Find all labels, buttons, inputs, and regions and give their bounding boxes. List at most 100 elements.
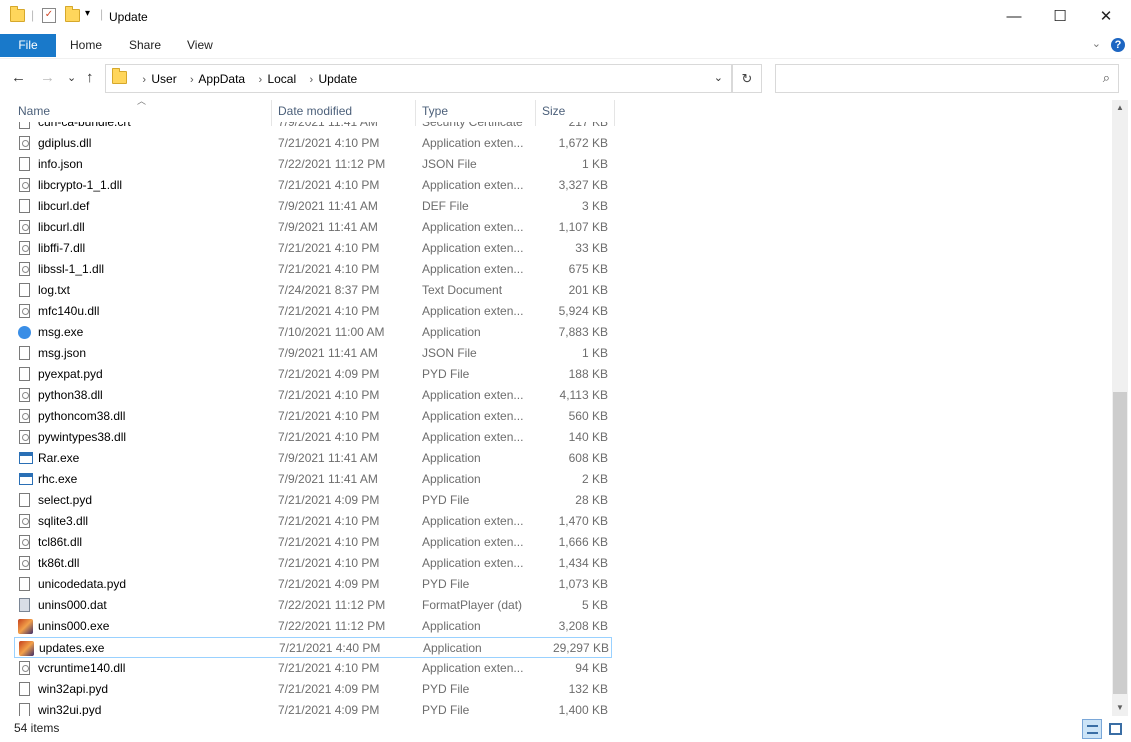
table-row[interactable]: msg.json 7/9/2021 11:41 AM JSON File 1 KB [14,343,612,364]
file-name: curl-ca-bundle.crt [38,122,131,129]
help-button[interactable]: ? [1111,38,1125,52]
table-row[interactable]: libssl-1_1.dll 7/21/2021 4:10 PM Applicati… [14,259,612,280]
file-date-modified: 7/21/2021 4:10 PM [278,556,380,570]
table-row[interactable]: pywintypes38.dll 7/21/2021 4:10 PM Applica… [14,427,612,448]
qa-customize-chevron-icon[interactable]: ▾ [85,8,90,19]
scroll-down-arrow-icon[interactable]: ▼ [1112,700,1128,716]
file-name: select.pyd [38,493,93,507]
refresh-button[interactable]: ↻ [732,64,762,93]
table-row[interactable]: vcruntime140.dll 7/21/2021 4:10 PM Applica… [14,658,612,679]
address-dropdown-icon[interactable]: ⌄ [714,71,723,84]
file-list[interactable]: curl-ca-bundle.crt 7/9/2021 11:41 AM Secur… [14,122,1112,716]
up-button[interactable]: ↑ [86,69,94,86]
file-date-modified: 7/21/2021 4:10 PM [278,430,380,444]
maximize-button[interactable]: ☐ [1037,0,1083,34]
search-input[interactable]: ⌕ [775,64,1119,93]
file-size: 3,327 KB [558,178,608,192]
table-row[interactable]: libffi-7.dll 7/21/2021 4:10 PM Application… [14,238,612,259]
chevron-right-icon[interactable]: › [142,74,146,86]
table-row[interactable]: sqlite3.dll 7/21/2021 4:10 PM Application … [14,511,612,532]
file-size: 1,666 KB [558,535,608,549]
table-row[interactable]: updates.exe 7/21/2021 4:40 PM Application 2… [14,637,612,658]
table-row[interactable]: info.json 7/22/2021 11:12 PM JSON File 1 KB [14,154,612,175]
file-size: 1 KB [581,346,608,360]
breadcrumb-local[interactable]: Local [267,72,296,86]
table-row[interactable]: gdiplus.dll 7/21/2021 4:10 PM Application … [14,133,612,154]
file-size: 29,297 KB [552,641,609,655]
folder-icon [10,6,25,25]
chevron-right-icon[interactable]: › [190,74,194,86]
table-row[interactable]: msg.exe 7/10/2021 11:00 AM Application 7,88… [14,322,612,343]
back-button[interactable]: ← [11,69,26,86]
table-row[interactable]: python38.dll 7/21/2021 4:10 PM Application… [14,385,612,406]
column-date-modified[interactable]: Date modified [278,104,352,118]
scrollbar-thumb[interactable] [1113,392,1127,694]
tab-file[interactable]: File [0,34,56,57]
table-row[interactable]: curl-ca-bundle.crt 7/9/2021 11:41 AM Secur… [14,122,612,133]
file-doc-icon [19,283,30,297]
file-type: Application [422,472,481,486]
details-view-button[interactable] [1082,719,1102,739]
table-row[interactable]: libcurl.dll 7/9/2021 11:41 AM Application … [14,217,612,238]
file-dll-icon [19,262,30,276]
large-icons-view-icon [1109,723,1122,735]
file-type: PYD File [422,682,470,696]
close-button[interactable]: ✕ [1083,0,1129,34]
table-row[interactable]: select.pyd 7/21/2021 4:09 PM PYD File 28 KB [14,490,612,511]
expand-ribbon-chevron-icon[interactable]: ⌄ [1092,37,1101,50]
file-name: msg.json [38,346,87,360]
address-bar[interactable]: › User › AppData › Local › Update ⌄ [105,64,732,93]
table-row[interactable]: tcl86t.dll 7/21/2021 4:10 PM Application e… [14,532,612,553]
file-type: PYD File [422,577,470,591]
column-name[interactable]: Name [18,104,50,118]
file-date-modified: 7/21/2021 4:10 PM [278,535,380,549]
file-date-modified: 7/9/2021 11:41 AM [278,122,378,129]
chevron-right-icon[interactable]: › [309,74,313,86]
table-row[interactable]: rhc.exe 7/9/2021 11:41 AM Application 2 KB [14,469,612,490]
navigation-bar: ← → ⌄ ↑ › User › AppData › Local › Updat… [0,58,1131,99]
file-type: Application [423,641,482,655]
file-date-modified: 7/21/2021 4:10 PM [278,262,380,276]
file-dll-icon [19,388,30,402]
table-row[interactable]: tk86t.dll 7/21/2021 4:10 PM Application ex… [14,553,612,574]
minimize-button[interactable]: — [991,0,1037,34]
file-name: rhc.exe [38,472,78,486]
tab-home[interactable]: Home [70,34,102,57]
vertical-scrollbar[interactable]: ▲ ▼ [1112,100,1128,716]
file-date-modified: 7/22/2021 11:12 PM [278,619,386,633]
breadcrumb-appdata[interactable]: AppData [198,72,245,86]
table-row[interactable]: pythoncom38.dll 7/21/2021 4:10 PM Applicat… [14,406,612,427]
file-size: 7,883 KB [558,325,608,339]
table-row[interactable]: unicodedata.pyd 7/21/2021 4:09 PM PYD File… [14,574,612,595]
column-type[interactable]: Type [422,104,448,118]
tab-view[interactable]: View [187,34,213,57]
table-row[interactable]: pyexpat.pyd 7/21/2021 4:09 PM PYD File 188 … [14,364,612,385]
tab-share[interactable]: Share [129,34,161,57]
file-type: Security Certificate [422,122,523,129]
table-row[interactable]: Rar.exe 7/9/2021 11:41 AM Application 608 K… [14,448,612,469]
table-row[interactable]: libcurl.def 7/9/2021 11:41 AM DEF File 3 KB [14,196,612,217]
breadcrumb-user[interactable]: User [151,72,176,86]
file-date-modified: 7/9/2021 11:41 AM [278,451,378,465]
file-date-modified: 7/9/2021 11:41 AM [278,472,378,486]
table-row[interactable]: win32api.pyd 7/21/2021 4:09 PM PYD File 132… [14,679,612,700]
file-date-modified: 7/21/2021 4:09 PM [278,493,380,507]
table-row[interactable]: mfc140u.dll 7/21/2021 4:10 PM Application … [14,301,612,322]
table-row[interactable]: unins000.exe 7/22/2021 11:12 PM Applicatio… [14,616,612,637]
scroll-up-arrow-icon[interactable]: ▲ [1112,100,1128,116]
table-row[interactable]: libcrypto-1_1.dll 7/21/2021 4:10 PM Applic… [14,175,612,196]
file-name: pythoncom38.dll [38,409,126,423]
table-row[interactable]: win32ui.pyd 7/21/2021 4:09 PM PYD File 1,40… [14,700,612,716]
new-folder-icon[interactable] [65,6,80,25]
table-row[interactable]: unins000.dat 7/22/2021 11:12 PM FormatPlay… [14,595,612,616]
file-date-modified: 7/21/2021 4:10 PM [278,661,380,675]
large-icons-view-button[interactable] [1106,719,1126,739]
table-row[interactable]: log.txt 7/24/2021 8:37 PM Text Document 201… [14,280,612,301]
breadcrumb-update[interactable]: Update [319,72,358,86]
column-size[interactable]: Size [542,104,565,118]
file-type: Application [422,451,481,465]
recent-locations-button[interactable]: ⌄ [67,71,76,84]
properties-icon[interactable]: ✓ [42,8,56,23]
forward-button[interactable]: → [40,69,55,86]
chevron-right-icon[interactable]: › [258,74,262,86]
